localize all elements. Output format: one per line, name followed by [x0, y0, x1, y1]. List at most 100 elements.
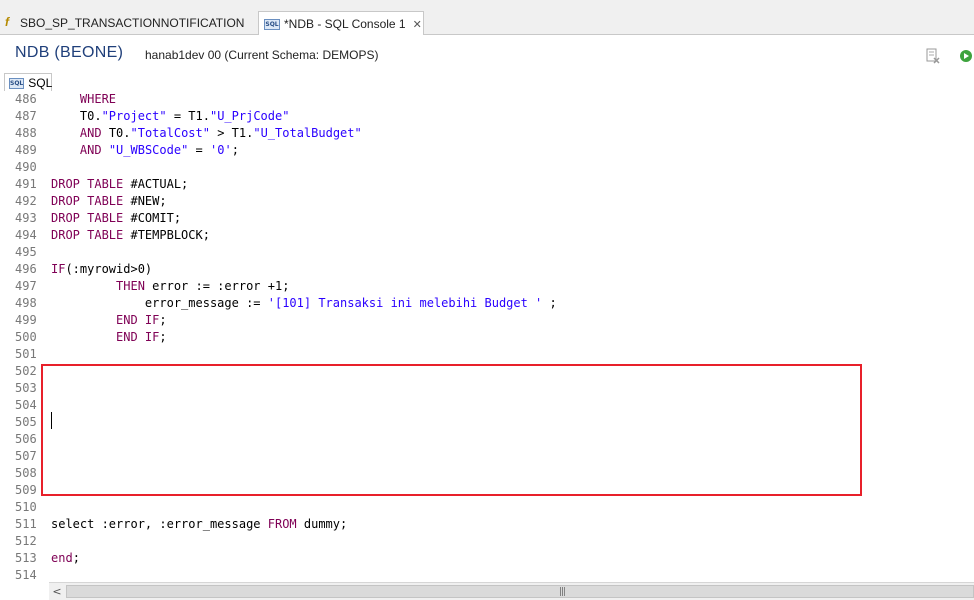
tab-sql[interactable]: SQL SQL: [4, 73, 52, 92]
line-number: 504: [15, 398, 37, 412]
function-icon: f: [5, 15, 9, 29]
sql-keyword: END IF: [116, 313, 160, 327]
highlight-box: [41, 364, 862, 496]
line-number: 500: [15, 330, 37, 344]
line-number: 513: [15, 551, 37, 565]
tab-sbo-sp-transactionnotification[interactable]: f SBO_SP_TRANSACTIONNOTIFICATION: [0, 11, 252, 34]
code-line[interactable]: 496 IF(:myrowid>0): [0, 261, 974, 278]
code-text: DROP TABLE #COMIT;: [51, 210, 181, 227]
line-number: 490: [15, 160, 37, 174]
scroll-left-button[interactable]: <: [49, 583, 65, 600]
line-number: 502: [15, 364, 37, 378]
line-number: 494: [15, 228, 37, 242]
sql-keyword: DROP TABLE: [51, 211, 124, 225]
sql-text: #TEMPBLOCK;: [123, 228, 210, 242]
line-number: 487: [15, 109, 37, 123]
line-number: 486: [15, 92, 37, 106]
sql-keyword: IF: [51, 262, 66, 276]
code-text: IF(:myrowid>0): [51, 261, 152, 278]
line-number: 497: [15, 279, 37, 293]
code-text: error_message := '[101] Transaksi ini me…: [51, 295, 557, 312]
execute-icon[interactable]: [958, 48, 974, 64]
sql-keyword: WHERE: [79, 92, 117, 106]
code-line[interactable]: 489 AND "U_WBSCode" = '0';: [0, 142, 974, 159]
line-number: 508: [15, 466, 37, 480]
code-text: THEN error := :error +1;: [51, 278, 289, 295]
line-number: 510: [15, 500, 37, 514]
code-line[interactable]: 499 END IF;: [0, 312, 974, 329]
sql-text: ;: [159, 330, 167, 344]
code-text: DROP TABLE #TEMPBLOCK;: [51, 227, 210, 244]
line-number: 512: [15, 534, 37, 548]
sql-string: "TotalCost": [130, 126, 210, 140]
code-line[interactable]: 491 DROP TABLE #ACTUAL;: [0, 176, 974, 193]
sql-string: "U_PrjCode": [209, 109, 290, 123]
sql-text: #NEW;: [123, 194, 167, 208]
code-line[interactable]: 490: [0, 159, 974, 176]
code-text: AND "U_WBSCode" = '0';: [51, 142, 239, 159]
console-header: NDB (BEONE) hanab1dev 00 (Current Schema…: [0, 35, 974, 73]
grip-icon: |||: [559, 587, 566, 597]
disconnect-icon[interactable]: [925, 48, 941, 64]
sql-text: error_message :=: [51, 296, 268, 310]
code-line[interactable]: 493 DROP TABLE #COMIT;: [0, 210, 974, 227]
sql-text: T0.: [51, 109, 102, 123]
line-number: 496: [15, 262, 37, 276]
code-line[interactable]: 501: [0, 346, 974, 363]
tab-sql-console[interactable]: SQL *NDB - SQL Console 1 ✕: [258, 11, 424, 36]
sql-text: = T1.: [166, 109, 210, 123]
code-line[interactable]: 511 select :error, :error_message FROM du…: [0, 516, 974, 533]
tab-label: *NDB - SQL Console 1: [284, 17, 406, 31]
code-text: T0."Project" = T1."U_PrjCode": [51, 108, 290, 125]
code-line[interactable]: 510: [0, 499, 974, 516]
sql-editor[interactable]: 514 513 end; 512 511 select :error, :error_me…: [0, 91, 974, 582]
sql-text: =: [188, 143, 210, 157]
sql-string: "U_WBSCode": [108, 143, 189, 157]
line-number: 503: [15, 381, 37, 395]
sql-text: T0.: [101, 126, 131, 140]
sql-text: (:myrowid>0): [65, 262, 153, 276]
code-line[interactable]: 492 DROP TABLE #NEW;: [0, 193, 974, 210]
sql-string: '0': [210, 143, 232, 157]
line-number: 488: [15, 126, 37, 140]
sql-keyword: DROP TABLE: [51, 228, 124, 242]
code-text: END IF;: [51, 329, 167, 346]
sql-console-icon: SQL: [264, 18, 280, 30]
sql-keyword: AND: [79, 126, 102, 140]
line-number: 491: [15, 177, 37, 191]
code-text: AND T0."TotalCost" > T1."U_TotalBudget": [51, 125, 362, 142]
code-line[interactable]: 495: [0, 244, 974, 261]
code-line[interactable]: 498 error_message := '[101] Transaksi in…: [0, 295, 974, 312]
code-line[interactable]: 513 end;: [0, 550, 974, 567]
code-line[interactable]: 488 AND T0."TotalCost" > T1."U_TotalBudg…: [0, 125, 974, 142]
sql-text: select :error, :error_message: [51, 517, 268, 531]
code-line[interactable]: 497 THEN error := :error +1;: [0, 278, 974, 295]
close-icon[interactable]: ✕: [413, 18, 422, 31]
sql-string: "Project": [101, 109, 167, 123]
code-line[interactable]: 512: [0, 533, 974, 550]
code-line[interactable]: 487 T0."Project" = T1."U_PrjCode": [0, 108, 974, 125]
code-line[interactable]: 494 DROP TABLE #TEMPBLOCK;: [0, 227, 974, 244]
code-line[interactable]: 486 WHERE: [0, 91, 974, 108]
code-line[interactable]: 500 END IF;: [0, 329, 974, 346]
scrollbar-thumb[interactable]: |||: [66, 585, 974, 598]
sql-string: "U_TotalBudget": [253, 126, 362, 140]
sql-text: ;: [231, 143, 239, 157]
code-text: END IF;: [51, 312, 167, 329]
line-number: 509: [15, 483, 37, 497]
text-caret: [51, 412, 52, 429]
code-text: DROP TABLE #NEW;: [51, 193, 167, 210]
code-text: select :error, :error_message FROM dummy…: [51, 516, 347, 533]
line-number: 499: [15, 313, 37, 327]
sql-keyword: DROP TABLE: [51, 177, 124, 191]
sql-text: > T1.: [209, 126, 254, 140]
horizontal-scrollbar[interactable]: < |||: [49, 582, 974, 600]
connection-title: NDB (BEONE): [15, 44, 124, 61]
sql-keyword: AND: [79, 143, 102, 157]
sql-text: ;: [542, 296, 557, 310]
